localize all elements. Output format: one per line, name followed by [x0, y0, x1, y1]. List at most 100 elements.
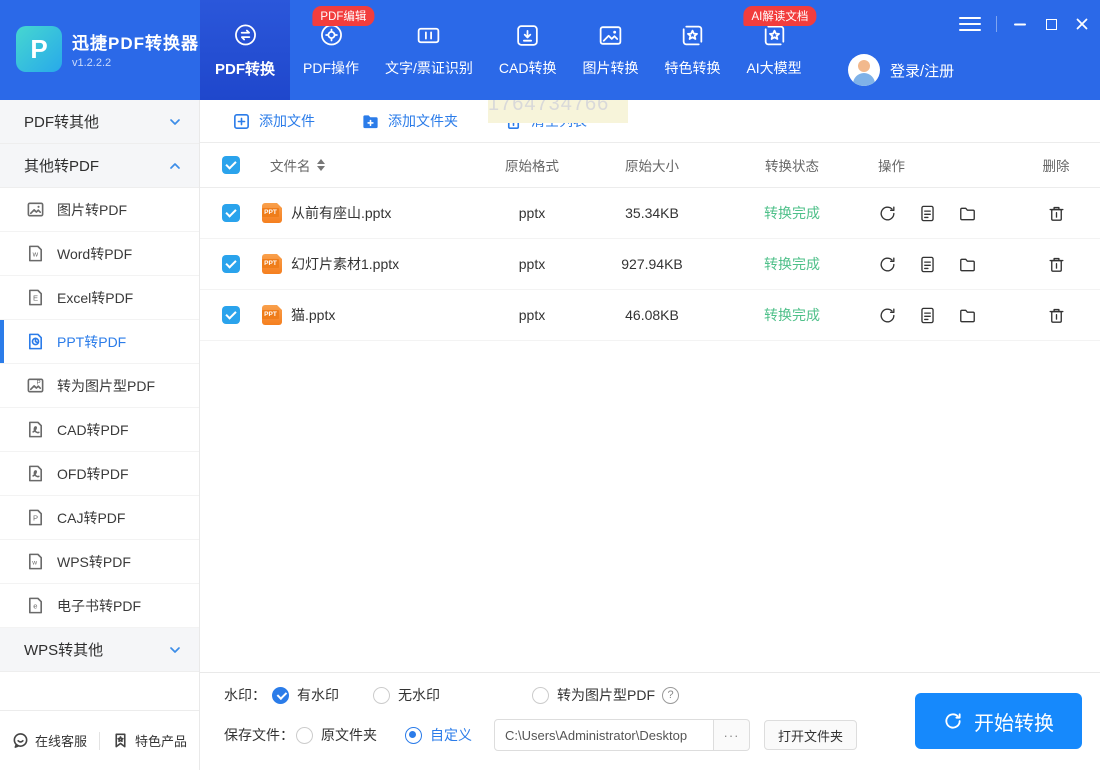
pdf-edit-badge: PDF编辑	[312, 6, 375, 26]
column-header-delete: 删除	[1042, 159, 1070, 174]
minimize-button[interactable]	[1012, 16, 1028, 32]
open-document-icon[interactable]	[918, 255, 937, 274]
ppt-file-icon	[262, 203, 282, 223]
without-watermark-label: 无水印	[398, 687, 440, 703]
sidebar-group-pdf-to-other[interactable]: PDF转其他	[0, 100, 199, 144]
tab-pdf-operate[interactable]: PDF编辑 PDF操作	[290, 0, 375, 100]
sidebar-item-cad-to-pdf[interactable]: CAD转PDF	[0, 408, 199, 452]
group-label: PDF转其他	[24, 114, 100, 131]
column-header-status: 转换状态	[765, 159, 819, 174]
tab-pdf-convert[interactable]: PDF转换	[200, 0, 290, 100]
tab-cad-convert[interactable]: CAD转换	[486, 0, 570, 100]
column-header-format: 原始格式	[505, 159, 559, 174]
sidebar-item-ofd-to-pdf[interactable]: OFD转PDF	[0, 452, 199, 496]
add-file-icon	[234, 113, 249, 129]
user-area[interactable]: 登录/注册	[848, 54, 954, 86]
bottom-options-panel: 水印： 有水印 无水印 转为图片型PDF ? 保存文件： 原文件夹 自定义 ··…	[200, 672, 1100, 770]
reconvert-icon[interactable]	[878, 255, 897, 274]
delete-trash-icon[interactable]	[1047, 306, 1066, 325]
open-document-icon[interactable]	[918, 204, 937, 223]
svg-text:P: P	[36, 380, 40, 387]
chat-smile-icon	[13, 733, 28, 748]
close-button[interactable]	[1074, 16, 1090, 32]
avatar[interactable]	[848, 54, 880, 86]
app-title: 迅捷PDF转换器	[72, 34, 199, 53]
svg-text:w: w	[31, 559, 37, 566]
sidebar-group-other-to-pdf[interactable]: 其他转PDF	[0, 144, 199, 188]
column-header-name: 文件名	[270, 159, 311, 174]
sidebar-group-wps-to-other[interactable]: WPS转其他	[0, 628, 199, 672]
featured-products-button[interactable]: 特色产品	[100, 731, 199, 750]
file-name: 从前有座山.pptx	[291, 205, 392, 221]
ticket-icon	[418, 27, 440, 44]
row-checkbox[interactable]	[222, 204, 240, 222]
reconvert-icon[interactable]	[878, 204, 897, 223]
tab-special-convert[interactable]: 特色转换	[651, 0, 733, 100]
add-folder-button[interactable]: 添加文件夹	[361, 111, 458, 131]
app-logo-icon: P	[16, 26, 62, 72]
open-folder-icon[interactable]	[958, 204, 977, 223]
table-row: 幻灯片素材1.pptx pptx 927.94KB 转换完成	[200, 239, 1100, 290]
reconvert-icon[interactable]	[878, 306, 897, 325]
table-row: 猫.pptx pptx 46.08KB 转换完成	[200, 290, 1100, 341]
chevron-down-icon	[170, 646, 180, 653]
sidebar-item-excel-to-pdf[interactable]: E Excel转PDF	[0, 276, 199, 320]
save-path-input[interactable]	[494, 719, 714, 751]
sidebar-item-label: PPT转PDF	[57, 333, 127, 350]
sidebar-item-ppt-to-pdf[interactable]: PPT转PDF	[0, 320, 199, 364]
delete-trash-icon[interactable]	[1047, 204, 1066, 223]
open-folder-icon[interactable]	[958, 306, 977, 325]
login-register-link[interactable]: 登录/注册	[890, 60, 954, 81]
row-checkbox[interactable]	[222, 306, 240, 324]
sidebar-item-label: Word转PDF	[57, 245, 133, 262]
online-support-button[interactable]: 在线客服	[0, 731, 99, 750]
open-document-icon[interactable]	[918, 306, 937, 325]
tab-ai-model[interactable]: AI解读文档 AI大模型	[733, 0, 817, 100]
without-watermark-radio[interactable]	[373, 686, 390, 704]
open-folder-icon[interactable]	[958, 255, 977, 274]
online-support-label: 在线客服	[35, 734, 88, 749]
custom-folder-radio[interactable]	[405, 726, 422, 744]
add-file-label: 添加文件	[259, 113, 315, 129]
help-icon[interactable]: ?	[662, 686, 679, 704]
browse-button[interactable]: ···	[714, 719, 750, 751]
star-box-icon	[764, 25, 784, 46]
sidebar-item-to-image-pdf[interactable]: P 转为图片型PDF	[0, 364, 199, 408]
sort-icon[interactable]	[316, 159, 325, 171]
file-size: 927.94KB	[621, 256, 683, 272]
row-checkbox[interactable]	[222, 255, 240, 273]
add-file-button[interactable]: 添加文件	[232, 111, 315, 131]
original-folder-radio[interactable]	[296, 726, 313, 744]
file-format: pptx	[518, 307, 546, 323]
delete-trash-icon[interactable]	[1047, 255, 1066, 274]
ai-doc-badge: AI解读文档	[743, 6, 817, 26]
tab-ocr[interactable]: 文字/票证识别	[372, 0, 486, 100]
start-convert-label: 开始转换	[974, 712, 1054, 735]
menu-icon[interactable]	[959, 17, 981, 31]
window-controls	[959, 16, 1090, 32]
sidebar-item-label: WPS转PDF	[57, 553, 131, 570]
sidebar-item-label: 图片转PDF	[57, 201, 127, 218]
to-image-pdf-radio[interactable]	[532, 686, 549, 704]
open-folder-button[interactable]: 打开文件夹	[764, 720, 858, 750]
sidebar-item-caj-to-pdf[interactable]: P CAJ转PDF	[0, 496, 199, 540]
clear-list-label: 清空列表	[531, 113, 587, 129]
maximize-button[interactable]	[1043, 16, 1059, 32]
ppt-file-icon	[262, 305, 282, 325]
tab-image-convert[interactable]: 图片转换	[569, 0, 651, 100]
svg-text:P: P	[33, 513, 38, 522]
sidebar-item-wps-to-pdf[interactable]: w WPS转PDF	[0, 540, 199, 584]
sidebar-item-label: Excel转PDF	[57, 289, 134, 306]
clear-list-button[interactable]: 清空列表	[504, 111, 587, 131]
original-folder-label: 原文件夹	[321, 727, 377, 743]
sidebar-item-ebook-to-pdf[interactable]: e 电子书转PDF	[0, 584, 199, 628]
file-table-header: 文件名 原始格式 原始大小 转换状态 操作 删除	[200, 143, 1100, 188]
with-watermark-radio[interactable]	[272, 686, 289, 704]
sidebar-item-word-to-pdf[interactable]: w Word转PDF	[0, 232, 199, 276]
tab-label: 文字/票证识别	[385, 60, 473, 76]
gear-bubble-icon	[320, 24, 342, 46]
select-all-checkbox[interactable]	[222, 156, 240, 174]
pdf-doc-icon	[28, 465, 43, 482]
sidebar-item-image-to-pdf[interactable]: 图片转PDF	[0, 188, 199, 232]
start-convert-button[interactable]: 开始转换	[915, 693, 1082, 749]
